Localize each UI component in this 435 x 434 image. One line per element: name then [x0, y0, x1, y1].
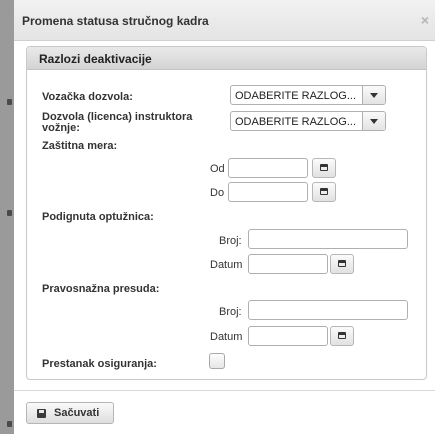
verdict-datum-label: Datum	[210, 331, 243, 343]
verdict-number-input[interactable]	[248, 300, 408, 320]
close-icon[interactable]: ×	[421, 12, 429, 28]
save-button-label: Sačuvati	[54, 407, 100, 419]
do-label: Do	[210, 187, 225, 199]
save-button[interactable]: Sačuvati	[26, 402, 114, 424]
backdrop-mark	[7, 421, 12, 427]
calendar-icon	[320, 188, 328, 195]
dialog-title: Promena statusa stručnog kadra	[22, 14, 209, 28]
instructor-license-label-line2: vožnje:	[42, 122, 80, 134]
calendar-icon	[338, 260, 346, 267]
od-calendar-button[interactable]	[312, 158, 336, 178]
panel-title: Razlozi deaktivacije	[39, 52, 152, 66]
indictment-datum-label: Datum	[210, 259, 243, 271]
floppy-disk-icon	[37, 409, 46, 418]
od-date-input[interactable]	[228, 158, 308, 178]
indictment-calendar-button[interactable]	[330, 254, 354, 274]
verdict-date-input[interactable]	[248, 326, 328, 346]
panel-header: Razlozi deaktivacije	[27, 47, 426, 70]
calendar-icon	[338, 332, 346, 339]
modal-backdrop	[0, 0, 14, 434]
do-calendar-button[interactable]	[312, 182, 336, 202]
protective-measure-label: Zaštitna mera:	[42, 140, 118, 152]
indictment-label: Podignuta optužnica:	[42, 211, 154, 223]
drivers-license-label: Vozačka dozvola:	[42, 91, 133, 103]
indictment-date-input[interactable]	[248, 254, 328, 274]
verdict-calendar-button[interactable]	[330, 326, 354, 346]
instructor-license-selected: ODABERITE RAZLOG...	[235, 116, 357, 128]
insurance-end-label: Prestanak osiguranja:	[42, 358, 157, 370]
dialog-titlebar: Promena statusa stručnog kadra ×	[14, 0, 435, 41]
drivers-license-select[interactable]: ODABERITE RAZLOG...	[230, 85, 386, 105]
deactivation-reasons-panel: Razlozi deaktivacije Vozačka dozvola: OD…	[26, 46, 427, 380]
indictment-number-input[interactable]	[248, 229, 408, 249]
insurance-end-checkbox[interactable]	[209, 353, 225, 369]
backdrop-mark	[7, 99, 12, 105]
chevron-down-icon[interactable]	[362, 112, 385, 130]
footer-divider	[14, 390, 435, 391]
calendar-icon	[320, 164, 328, 171]
od-label: Od	[210, 163, 225, 175]
indictment-broj-label: Broj:	[219, 235, 242, 247]
do-date-input[interactable]	[228, 182, 308, 202]
backdrop-mark	[7, 210, 12, 216]
drivers-license-selected: ODABERITE RAZLOG...	[235, 90, 357, 102]
final-verdict-label: Pravosnažna presuda:	[42, 283, 160, 295]
status-change-dialog: Promena statusa stručnog kadra × Razlozi…	[14, 0, 435, 434]
chevron-down-icon[interactable]	[362, 86, 385, 104]
verdict-broj-label: Broj:	[219, 306, 242, 318]
instructor-license-select[interactable]: ODABERITE RAZLOG...	[230, 111, 386, 131]
